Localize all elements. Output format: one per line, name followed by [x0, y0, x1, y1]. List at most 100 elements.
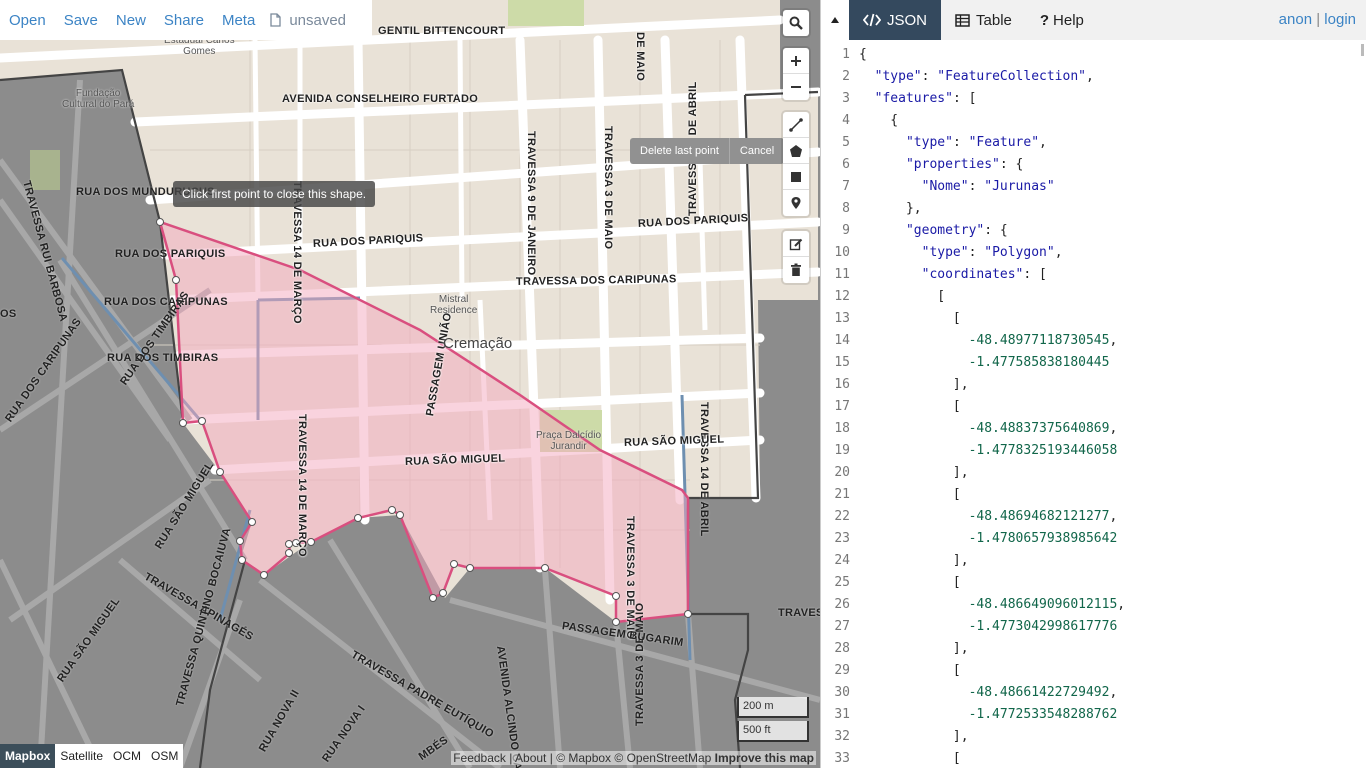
place-label: Cremação	[443, 335, 513, 352]
draw-rectangle-button[interactable]	[783, 164, 809, 190]
code-line: 4 {	[821, 110, 1366, 132]
code-text: -48.48661422729492,	[968, 685, 1118, 700]
editor-pane: JSON Table ? Help anon | login 1{ 2 "type…	[820, 0, 1366, 768]
collapse-pane-button[interactable]	[821, 0, 849, 40]
line-number: 2	[842, 69, 850, 84]
code-line: 13 [	[821, 308, 1366, 330]
zoom-out-button[interactable]	[783, 74, 809, 100]
editor-scrollbar[interactable]	[1361, 44, 1364, 56]
edit-icon	[789, 238, 803, 250]
improve-map-link[interactable]: Improve this map	[715, 751, 814, 765]
code-line: 22 -48.48694682121277,	[821, 506, 1366, 528]
tab-table[interactable]: Table	[941, 0, 1026, 40]
tab-help[interactable]: ? Help	[1026, 0, 1098, 40]
code-line: 24 ],	[821, 550, 1366, 572]
code-line: 30 -48.48661422729492,	[821, 682, 1366, 704]
line-number: 26	[834, 597, 850, 612]
line-number: 33	[834, 751, 850, 766]
draw-toolbar	[783, 112, 809, 216]
share-menu-item[interactable]: Share	[155, 12, 213, 29]
scale-imperial: 500 ft	[737, 721, 809, 742]
code-text: [	[859, 311, 961, 326]
code-text: "type": "FeatureCollection",	[874, 69, 1094, 84]
mapbox-link[interactable]: © Mapbox	[556, 751, 611, 765]
map-attribution: Feedback | About | © Mapbox © OpenStreet…	[451, 751, 816, 765]
file-status: unsaved	[264, 12, 346, 29]
code-icon	[863, 13, 881, 27]
osm-link[interactable]: © OpenStreetMap	[614, 751, 711, 765]
about-link[interactable]: About	[515, 751, 546, 765]
line-number: 25	[834, 575, 850, 590]
code-line: 1{	[821, 44, 1366, 66]
anon-link[interactable]: anon	[1279, 11, 1312, 28]
draw-polygon-button[interactable]	[783, 138, 809, 164]
marker-icon	[791, 197, 801, 209]
layer-satellite[interactable]: Satellite	[55, 744, 108, 768]
delete-layers-button[interactable]	[783, 257, 809, 283]
zoom-in-button[interactable]	[783, 48, 809, 74]
code-text: [	[859, 751, 961, 766]
search-button[interactable]	[783, 10, 809, 36]
question-icon: ?	[1039, 11, 1050, 29]
edit-toolbar	[783, 231, 809, 283]
save-menu-item[interactable]: Save	[55, 12, 107, 29]
code-text: -1.4778325193446058	[968, 443, 1118, 458]
layer-osm[interactable]: OSM	[146, 744, 183, 768]
map-canvas[interactable]: GENTIL BITTENCOURT AVENIDA CONSELHEIRO F…	[0, 0, 820, 768]
layer-ocm[interactable]: OCM	[108, 744, 146, 768]
code-text: -1.4780657938985642	[968, 531, 1118, 546]
tab-json[interactable]: JSON	[849, 0, 942, 40]
open-menu-item[interactable]: Open	[0, 12, 55, 29]
line-number: 3	[842, 91, 850, 106]
code-text: -1.4772533548288762	[968, 707, 1118, 722]
file-icon	[270, 13, 281, 27]
polyline-icon	[789, 117, 803, 132]
user-separator: |	[1316, 11, 1321, 28]
draw-actions: Delete last point Cancel	[630, 138, 785, 164]
street-label: AVENIDA CONSELHEIRO FURTADO	[282, 93, 479, 105]
code-line: 18 -48.48837375640869,	[821, 418, 1366, 440]
code-text: "coordinates": [	[921, 267, 1047, 282]
cancel-draw-button[interactable]: Cancel	[728, 138, 784, 164]
street-label: RUA DOS TIMBIRAS	[107, 352, 219, 364]
new-menu-item[interactable]: New	[107, 12, 155, 29]
layer-mapbox[interactable]: Mapbox	[0, 744, 56, 768]
code-text: ],	[859, 377, 969, 392]
draw-line-button[interactable]	[783, 112, 809, 138]
caret-up-icon	[831, 17, 839, 23]
login-link[interactable]: login	[1324, 11, 1356, 28]
zoom-control	[783, 48, 809, 100]
file-status-label: unsaved	[289, 11, 347, 29]
rectangle-icon	[791, 171, 801, 182]
edit-layers-button[interactable]	[783, 231, 809, 257]
code-line: 28 ],	[821, 638, 1366, 660]
scale-metric: 200 m	[737, 697, 809, 718]
minus-icon	[791, 86, 801, 88]
feedback-link[interactable]: Feedback	[453, 751, 506, 765]
code-line: 8 },	[821, 198, 1366, 220]
meta-menu-item[interactable]: Meta	[213, 12, 264, 29]
line-number: 15	[834, 355, 850, 370]
code-line: 19 -1.4778325193446058	[821, 440, 1366, 462]
code-line: 21 [	[821, 484, 1366, 506]
line-number: 32	[834, 729, 850, 744]
code-line: 7 "Nome": "Jurunas"	[821, 176, 1366, 198]
code-text: -1.477585838180445	[968, 355, 1110, 370]
trash-icon	[791, 263, 801, 276]
line-number: 6	[842, 157, 850, 172]
street-label: GENTIL BITTENCOURT	[378, 25, 506, 37]
line-number: 13	[834, 311, 850, 326]
code-text: ],	[859, 465, 969, 480]
street-label: RUA DOS CARIPUNAS	[104, 296, 228, 308]
delete-last-point-button[interactable]: Delete last point	[630, 138, 729, 164]
line-number: 12	[834, 289, 850, 304]
draw-marker-button[interactable]	[783, 190, 809, 216]
code-line: 31 -1.4772533548288762	[821, 704, 1366, 726]
line-number: 14	[834, 333, 850, 348]
json-editor[interactable]: 1{2 "type": "FeatureCollection", 3 "featu…	[821, 44, 1366, 768]
line-number: 18	[834, 421, 850, 436]
code-line: 12 [	[821, 286, 1366, 308]
line-number: 5	[842, 135, 850, 150]
code-text: [	[859, 399, 961, 414]
code-line: 29 [	[821, 660, 1366, 682]
